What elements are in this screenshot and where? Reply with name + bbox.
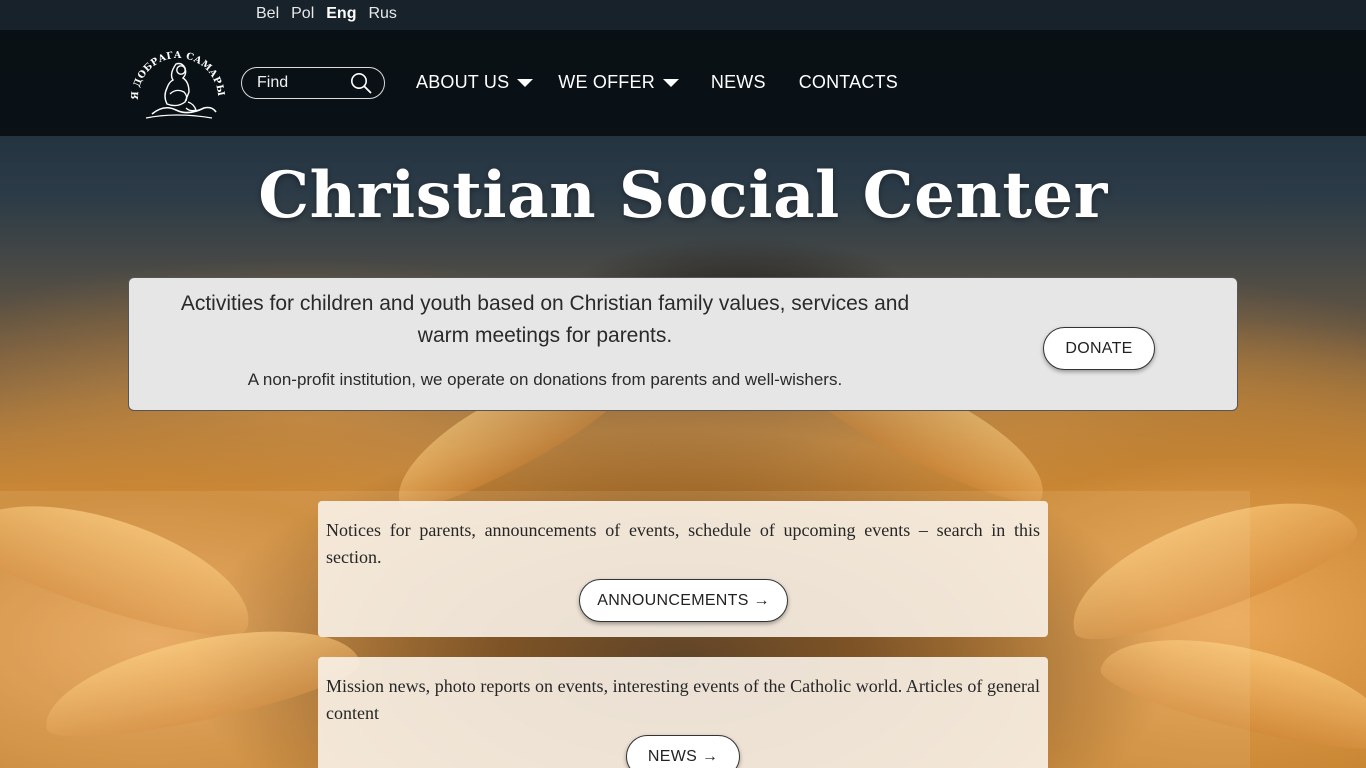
donate-button[interactable]: DONATE [1043, 327, 1155, 370]
language-eng[interactable]: Eng [326, 5, 356, 23]
nav-we-offer[interactable]: WE OFFER [558, 72, 679, 93]
nav-contacts[interactable]: CONTACTS [799, 72, 898, 93]
nav-about-us[interactable]: ABOUT US [416, 72, 534, 93]
site-logo[interactable]: МІСІЯ ДОБРАГА САМАРЫНІНА [125, 34, 226, 124]
chevron-down-icon [662, 78, 679, 87]
news-card: Mission news, photo reports on events, i… [318, 657, 1048, 768]
hero-lead-text: Activities for children and youth based … [180, 292, 910, 347]
announcements-description: Notices for parents, announcements of ev… [326, 520, 1040, 567]
language-pol[interactable]: Pol [291, 5, 314, 23]
language-rus[interactable]: Rus [368, 5, 396, 23]
news-button[interactable]: NEWS → [626, 735, 740, 768]
news-description: Mission news, photo reports on events, i… [326, 676, 1040, 723]
search-input[interactable] [257, 73, 347, 93]
announcements-card: Notices for parents, announcements of ev… [318, 501, 1048, 637]
nav-news[interactable]: NEWS [711, 72, 766, 93]
language-bar: Bel Pol Eng Rus [0, 0, 1366, 30]
language-list: Bel Pol Eng Rus [256, 5, 397, 23]
language-bel[interactable]: Bel [256, 5, 279, 23]
nav-we-offer-label: WE OFFER [558, 72, 655, 92]
nav-news-label: NEWS [710, 72, 766, 92]
page-title: Christian Social Center [258, 158, 1108, 233]
search-box [241, 67, 385, 99]
nav-about-us-label: ABOUT US [416, 72, 510, 92]
svg-text:МІСІЯ ДОБРАГА САМАРЫНІНА: МІСІЯ ДОБРАГА САМАРЫНІНА [130, 42, 226, 100]
nav-contacts-label: CONTACTS [798, 72, 898, 92]
announcements-button[interactable]: ANNOUNCEMENTS → [579, 579, 788, 622]
logo-emblem-icon: МІСІЯ ДОБРАГА САМАРЫНІНА [125, 34, 226, 119]
hero-info-panel: Activities for children and youth based … [128, 277, 1238, 411]
site-header: МІСІЯ ДОБРАГА САМАРЫНІНА ABOUT US WE OFF… [0, 30, 1366, 136]
main-navigation: ABOUT US WE OFFER NEWS CONTACTS [416, 72, 898, 93]
hero-sub-text: A non-profit institution, we operate on … [247, 370, 843, 389]
chevron-down-icon [517, 78, 534, 87]
search-icon[interactable] [350, 72, 372, 94]
